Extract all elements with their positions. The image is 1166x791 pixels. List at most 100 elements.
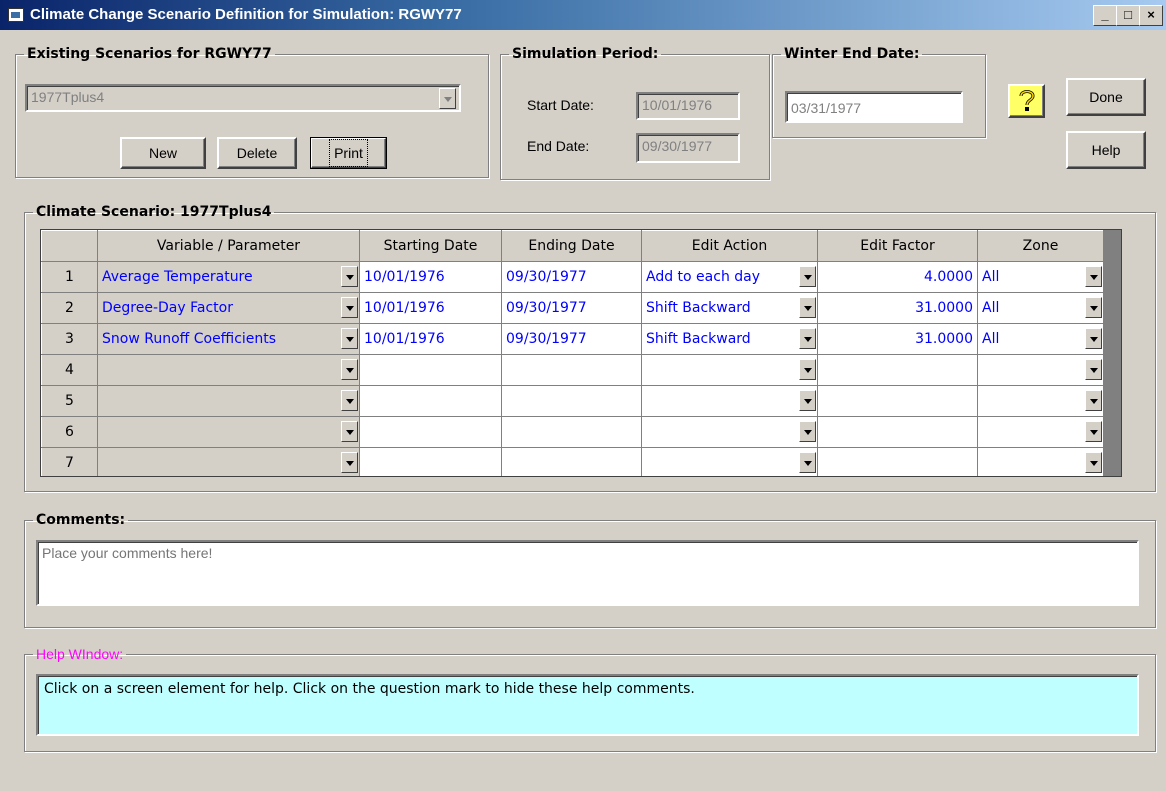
chevron-down-icon[interactable]	[799, 328, 816, 349]
cell-edit-factor[interactable]: 4.0000	[817, 261, 978, 293]
row-header[interactable]: 4	[41, 354, 98, 386]
table-row[interactable]: 3 Snow Runoff Coefficients 10/01/1976 09/30…	[41, 323, 1104, 355]
comments-textarea[interactable]	[36, 540, 1139, 606]
winter-end-date-field[interactable]: 03/31/1977	[785, 91, 963, 123]
chevron-down-icon[interactable]	[341, 266, 358, 287]
table-row[interactable]: 2 Degree-Day Factor 10/01/1976 09/30/1977 Sh…	[41, 292, 1104, 324]
cell-edit-factor[interactable]	[817, 385, 978, 417]
close-button[interactable]: ×	[1139, 5, 1163, 26]
table-row[interactable]: 5	[41, 385, 1104, 417]
cell-variable[interactable]	[97, 354, 360, 386]
cell-zone[interactable]	[977, 385, 1104, 417]
cell-edit-action[interactable]	[641, 354, 818, 386]
cell-starting-date[interactable]	[359, 385, 502, 417]
cell-ending-date[interactable]	[501, 447, 642, 476]
table-row[interactable]: 1 Average Temperature 10/01/1976 09/30/1977…	[41, 261, 1104, 293]
column-header-ending-date[interactable]: Ending Date	[501, 230, 642, 262]
chevron-down-icon[interactable]	[799, 266, 816, 287]
help-button[interactable]: Help	[1066, 131, 1146, 169]
cell-zone[interactable]	[977, 447, 1104, 476]
cell-zone[interactable]: All	[977, 292, 1104, 324]
cell-zone[interactable]	[977, 416, 1104, 448]
cell-edit-action[interactable]	[641, 385, 818, 417]
cell-ending-date[interactable]	[501, 354, 642, 386]
help-toggle-button[interactable]	[1008, 84, 1045, 118]
cell-edit-factor[interactable]	[817, 447, 978, 476]
chevron-down-icon[interactable]	[341, 452, 358, 473]
row-header[interactable]: 3	[41, 323, 98, 355]
cell-edit-action[interactable]	[641, 447, 818, 476]
row-header[interactable]: 2	[41, 292, 98, 324]
row-header[interactable]: 6	[41, 416, 98, 448]
cell-zone[interactable]: All	[977, 323, 1104, 355]
cell-zone[interactable]: All	[977, 261, 1104, 293]
cell-edit-factor[interactable]	[817, 354, 978, 386]
cell-ending-date[interactable]	[501, 416, 642, 448]
scenario-select-dropdown-icon[interactable]	[439, 88, 456, 109]
chevron-down-icon[interactable]	[799, 421, 816, 442]
cell-starting-date[interactable]	[359, 354, 502, 386]
cell-zone[interactable]	[977, 354, 1104, 386]
cell-starting-date[interactable]	[359, 416, 502, 448]
column-header-zone[interactable]: Zone	[977, 230, 1104, 262]
chevron-down-icon[interactable]	[341, 297, 358, 318]
chevron-down-icon[interactable]	[1085, 328, 1102, 349]
cell-starting-date[interactable]	[359, 447, 502, 476]
chevron-down-icon[interactable]	[341, 421, 358, 442]
cell-edit-factor[interactable]: 31.0000	[817, 292, 978, 324]
cell-starting-date-text: 10/01/1976	[364, 331, 445, 347]
chevron-down-icon[interactable]	[799, 452, 816, 473]
row-header[interactable]: 1	[41, 261, 98, 293]
title-bar[interactable]: Climate Change Scenario Definition for S…	[0, 0, 1166, 30]
cell-starting-date[interactable]: 10/01/1976	[359, 261, 502, 293]
cell-variable[interactable]: Snow Runoff Coefficients	[97, 323, 360, 355]
print-button[interactable]: Print	[310, 137, 387, 169]
column-header-edit-factor[interactable]: Edit Factor	[817, 230, 978, 262]
table-row[interactable]: 4	[41, 354, 1104, 386]
chevron-down-icon[interactable]	[1085, 297, 1102, 318]
cell-edit-action[interactable]	[641, 416, 818, 448]
table-row[interactable]: 7	[41, 447, 1104, 476]
done-button[interactable]: Done	[1066, 78, 1146, 116]
table-row[interactable]: 6	[41, 416, 1104, 448]
row-header[interactable]: 7	[41, 447, 98, 476]
cell-variable[interactable]: Average Temperature	[97, 261, 360, 293]
scenario-grid[interactable]: Variable / Parameter Starting Date Endin…	[40, 229, 1122, 477]
cell-ending-date[interactable]: 09/30/1977	[501, 292, 642, 324]
column-header-variable[interactable]: Variable / Parameter	[97, 230, 360, 262]
cell-ending-date[interactable]: 09/30/1977	[501, 323, 642, 355]
cell-edit-action[interactable]: Shift Backward	[641, 292, 818, 324]
chevron-down-icon[interactable]	[341, 359, 358, 380]
cell-ending-date[interactable]	[501, 385, 642, 417]
chevron-down-icon[interactable]	[1085, 266, 1102, 287]
cell-edit-action[interactable]: Add to each day	[641, 261, 818, 293]
cell-edit-factor[interactable]	[817, 416, 978, 448]
app-icon[interactable]	[8, 8, 24, 22]
chevron-down-icon[interactable]	[799, 390, 816, 411]
chevron-down-icon[interactable]	[1085, 452, 1102, 473]
cell-starting-date[interactable]: 10/01/1976	[359, 292, 502, 324]
chevron-down-icon[interactable]	[799, 297, 816, 318]
cell-variable[interactable]	[97, 385, 360, 417]
column-header-edit-action[interactable]: Edit Action	[641, 230, 818, 262]
column-header-starting-date[interactable]: Starting Date	[359, 230, 502, 262]
minimize-button[interactable]: _	[1093, 5, 1117, 26]
cell-variable[interactable]	[97, 447, 360, 476]
maximize-button[interactable]: □	[1116, 5, 1140, 26]
cell-edit-action[interactable]: Shift Backward	[641, 323, 818, 355]
cell-variable[interactable]: Degree-Day Factor	[97, 292, 360, 324]
cell-edit-factor[interactable]: 31.0000	[817, 323, 978, 355]
chevron-down-icon[interactable]	[1085, 421, 1102, 442]
row-header[interactable]: 5	[41, 385, 98, 417]
cell-ending-date[interactable]: 09/30/1977	[501, 261, 642, 293]
chevron-down-icon[interactable]	[1085, 390, 1102, 411]
chevron-down-icon[interactable]	[341, 390, 358, 411]
scenario-select[interactable]: 1977Tplus4	[25, 84, 461, 112]
chevron-down-icon[interactable]	[799, 359, 816, 380]
chevron-down-icon[interactable]	[1085, 359, 1102, 380]
new-button[interactable]: New	[120, 137, 206, 169]
cell-variable[interactable]	[97, 416, 360, 448]
chevron-down-icon[interactable]	[341, 328, 358, 349]
cell-starting-date[interactable]: 10/01/1976	[359, 323, 502, 355]
delete-button[interactable]: Delete	[217, 137, 297, 169]
